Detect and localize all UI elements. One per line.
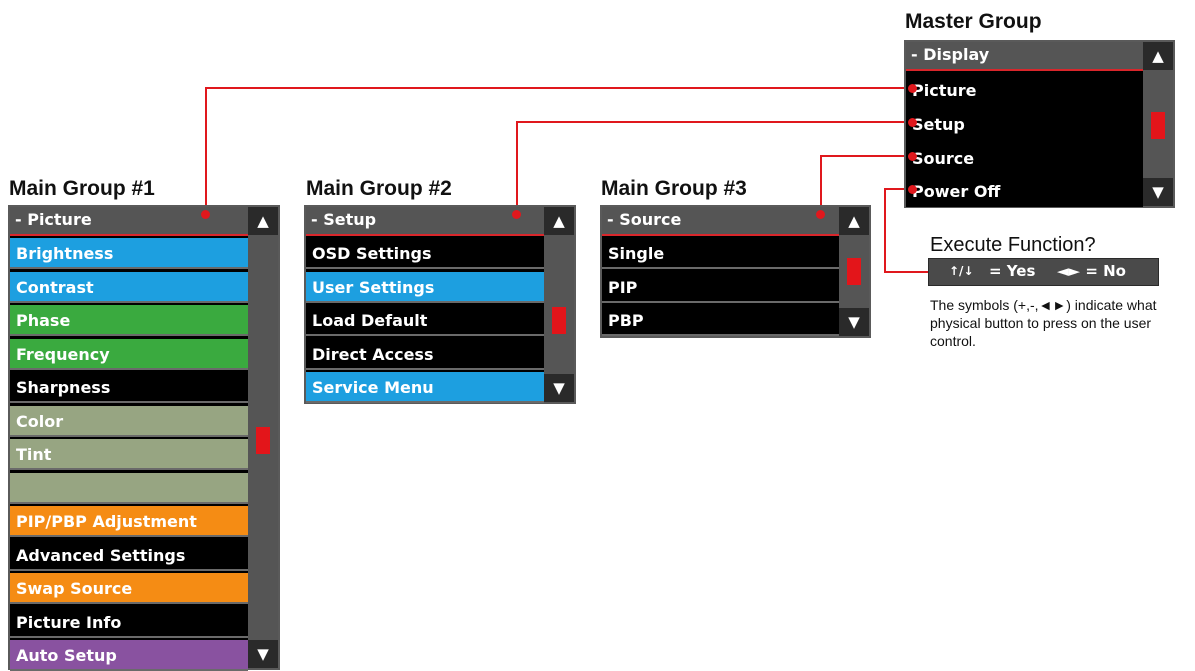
- connector-dot-group-1: [201, 210, 210, 219]
- main-group-1-menu: - Picture ▲ ▼ Brightness Contrast Phase Fre…: [8, 205, 280, 671]
- scrollbar[interactable]: ▲ ▼: [248, 207, 278, 668]
- menu-item-color[interactable]: Color: [10, 405, 248, 437]
- menu-item-phase[interactable]: Phase: [10, 305, 248, 336]
- master-group-title: Master Group: [905, 10, 1042, 33]
- scrollbar[interactable]: ▲ ▼: [1143, 42, 1173, 206]
- scroll-down-arrow-icon[interactable]: ▼: [544, 374, 574, 402]
- connector-dot-picture: [908, 84, 917, 93]
- execute-function-prompt: ↑/↓ = Yes ◄► = No: [928, 258, 1159, 286]
- menu-item-auto-setup[interactable]: Auto Setup: [10, 640, 248, 671]
- connector-dot-power-off: [908, 185, 917, 194]
- menu-item-osd-settings[interactable]: OSD Settings: [306, 238, 544, 269]
- scroll-up-arrow-icon[interactable]: ▲: [839, 207, 869, 235]
- connector-dot-group-3: [816, 210, 825, 219]
- main-group-1-title: Main Group #1: [9, 177, 155, 200]
- menu-item-service-menu[interactable]: Service Menu: [306, 372, 544, 403]
- menu-item-user-settings[interactable]: User Settings: [306, 271, 544, 303]
- scroll-down-arrow-icon[interactable]: ▼: [1143, 178, 1173, 206]
- menu-item-source[interactable]: Source: [906, 143, 1143, 174]
- menu-item-frequency[interactable]: Frequency: [10, 338, 248, 370]
- master-group-menu: - Display ▲ ▼ Picture Setup Source Power…: [904, 40, 1175, 208]
- menu-item-contrast[interactable]: Contrast: [10, 271, 248, 303]
- menu-item-brightness[interactable]: Brightness: [10, 238, 248, 269]
- no-label[interactable]: ◄► = No: [1057, 262, 1126, 280]
- menu-item-setup[interactable]: Setup: [906, 109, 1143, 140]
- up-down-arrows-icon: ↑/↓: [949, 264, 974, 278]
- connector-dot-setup: [908, 118, 917, 127]
- menu-item-tint[interactable]: Tint: [10, 439, 248, 470]
- main-group-2-menu: - Setup ▲ ▼ OSD Settings User Settings Loa…: [304, 205, 576, 404]
- yes-label[interactable]: = Yes: [989, 262, 1035, 280]
- scroll-down-arrow-icon[interactable]: ▼: [839, 308, 869, 336]
- menu-header: - Picture: [10, 207, 248, 236]
- scroll-up-arrow-icon[interactable]: ▲: [1143, 42, 1173, 70]
- menu-header: - Setup: [306, 207, 544, 236]
- menu-item-pbp[interactable]: PBP: [602, 305, 839, 336]
- menu-item-power-off[interactable]: Power Off: [906, 176, 1143, 207]
- main-group-3-menu: - Source ▲ ▼ Single PIP PBP: [600, 205, 871, 338]
- scrollbar[interactable]: ▲ ▼: [839, 207, 869, 336]
- main-group-3-title: Main Group #3: [601, 177, 747, 200]
- left-right-arrows-icon: ◄►: [1057, 262, 1081, 280]
- connector-dot-group-2: [512, 210, 521, 219]
- scroll-thumb[interactable]: [552, 307, 566, 334]
- menu-header: - Display: [906, 42, 1143, 71]
- scroll-thumb[interactable]: [256, 427, 270, 454]
- connector-dot-source: [908, 152, 917, 161]
- execute-function-note: The symbols (+,-,◄►) indicate what physi…: [930, 297, 1157, 349]
- menu-item-pip[interactable]: PIP: [602, 271, 839, 303]
- menu-item-sharpness[interactable]: Sharpness: [10, 372, 248, 403]
- scrollbar[interactable]: ▲ ▼: [544, 207, 574, 402]
- menu-item-swap-source[interactable]: Swap Source: [10, 573, 248, 604]
- scroll-up-arrow-icon[interactable]: ▲: [544, 207, 574, 235]
- menu-item-load-default[interactable]: Load Default: [306, 305, 544, 336]
- menu-item-advanced-settings[interactable]: Advanced Settings: [10, 539, 248, 571]
- execute-function-title: Execute Function?: [930, 234, 1096, 256]
- menu-item-picture[interactable]: Picture: [906, 75, 1143, 106]
- scroll-down-arrow-icon[interactable]: ▼: [248, 640, 278, 668]
- menu-item-picture-info[interactable]: Picture Info: [10, 606, 248, 638]
- scroll-up-arrow-icon[interactable]: ▲: [248, 207, 278, 235]
- menu-item-single[interactable]: Single: [602, 238, 839, 269]
- menu-header: - Source: [602, 207, 839, 236]
- menu-item-direct-access[interactable]: Direct Access: [306, 338, 544, 370]
- menu-item-blank[interactable]: [10, 472, 248, 504]
- scroll-thumb[interactable]: [1151, 112, 1165, 139]
- scroll-thumb[interactable]: [847, 258, 861, 285]
- menu-item-pip-pbp-adjustment[interactable]: PIP/PBP Adjustment: [10, 506, 248, 537]
- main-group-2-title: Main Group #2: [306, 177, 452, 200]
- no-text: = No: [1085, 262, 1126, 280]
